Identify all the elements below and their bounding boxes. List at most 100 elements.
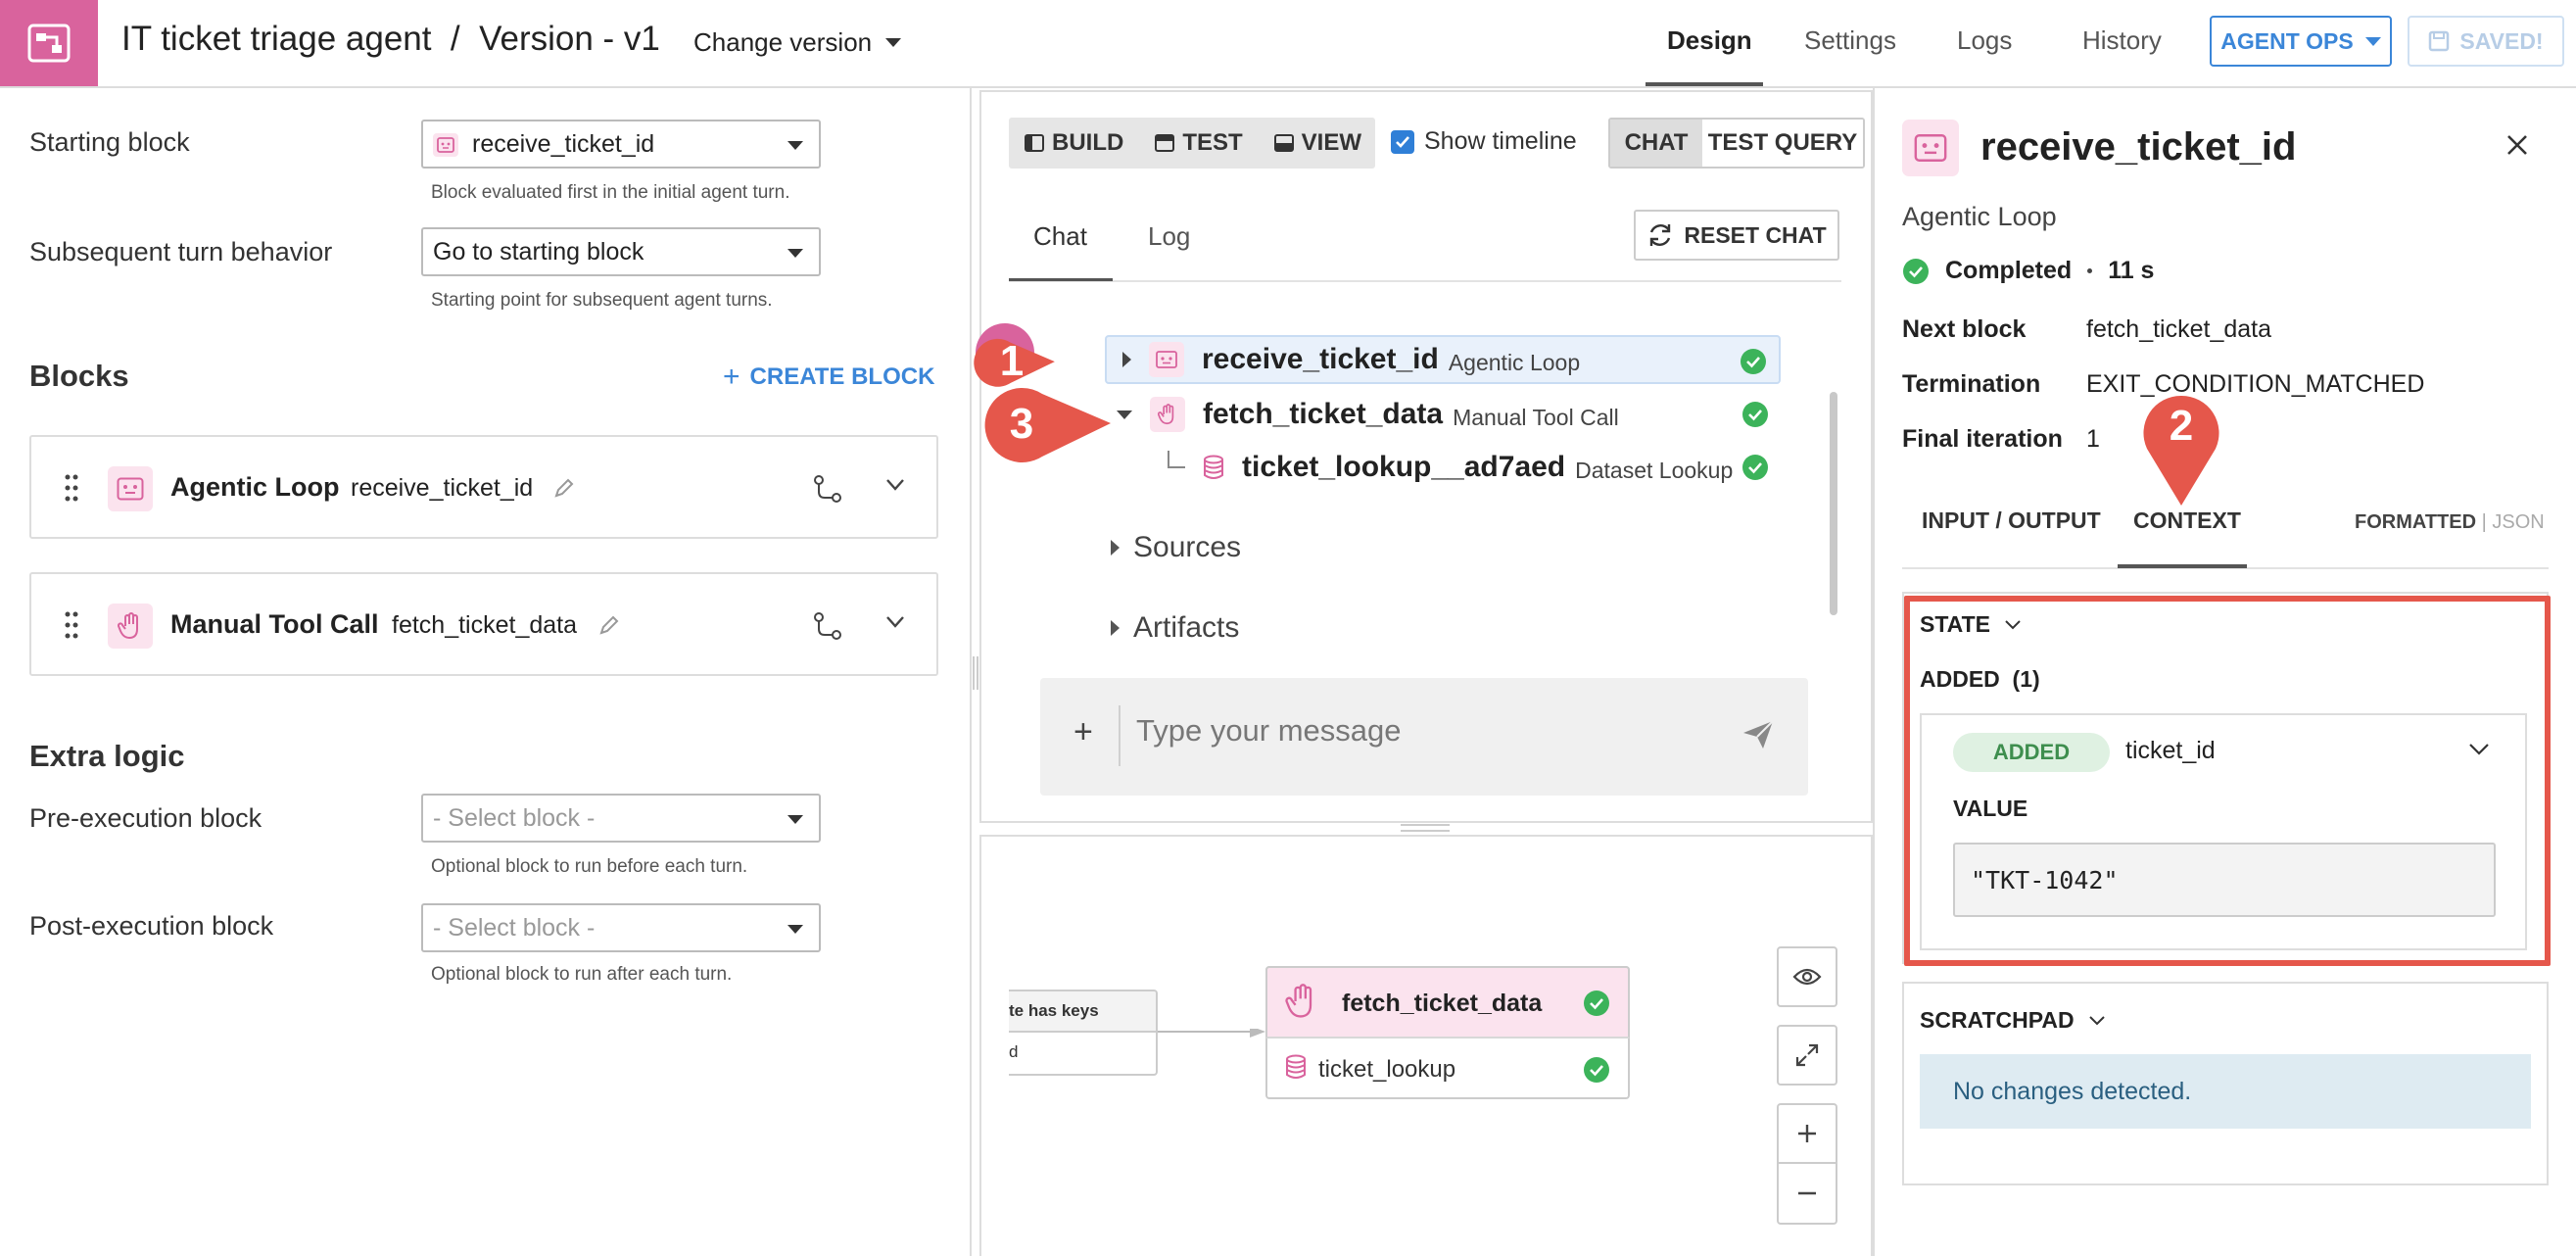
format-formatted-option[interactable]: FORMATTED — [2355, 511, 2476, 533]
timeline-row[interactable]: receive_ticket_id Agentic Loop — [1105, 335, 1781, 384]
tab-history[interactable]: History — [2082, 25, 2162, 56]
chevron-down-icon[interactable] — [2468, 743, 2490, 756]
zoom-out-button[interactable] — [1777, 1164, 1837, 1225]
artifacts-section[interactable]: Artifacts — [1111, 611, 1239, 645]
format-toggle[interactable]: FORMATTED | JSON — [2355, 511, 2545, 534]
create-block-button[interactable]: + CREATE BLOCK — [723, 361, 934, 394]
close-icon[interactable] — [2505, 133, 2529, 157]
subtab-divider — [1009, 280, 1841, 282]
blocks-section-title: Blocks — [29, 359, 129, 393]
state-value-field: "TKT-1042" — [1953, 843, 2496, 917]
show-timeline-toggle[interactable]: Show timeline — [1391, 127, 1577, 156]
chevron-down-icon[interactable] — [885, 615, 905, 629]
block-card-manual-tool-call[interactable]: Manual Tool Call fetch_ticket_data — [29, 572, 938, 676]
split-resize-handle[interactable] — [1401, 824, 1450, 832]
detail-key: Termination — [1902, 370, 2041, 398]
resize-handle[interactable] — [973, 656, 978, 690]
toggle-visibility-button[interactable] — [1777, 946, 1837, 1007]
pre-execution-hint: Optional block to run before each turn. — [431, 856, 748, 877]
state-section-toggle[interactable]: STATE — [1920, 611, 2022, 638]
agentic-loop-icon — [1149, 342, 1184, 377]
chevron-down-icon — [2364, 36, 2381, 46]
panel-divider[interactable] — [970, 88, 972, 1256]
hand-icon — [108, 604, 153, 649]
message-input[interactable]: Type your message — [1136, 713, 1402, 749]
build-label: BUILD — [1052, 129, 1124, 156]
chevron-right-icon[interactable] — [1122, 352, 1131, 367]
change-version-label: Change version — [693, 27, 873, 57]
chevron-down-icon — [885, 38, 902, 47]
flow-connector-icon[interactable] — [813, 474, 842, 504]
detail-key: Next block — [1902, 315, 2027, 343]
scratchpad-section-toggle[interactable]: SCRATCHPAD — [1920, 1007, 2106, 1034]
timeline-row[interactable]: ticket_lookup__ad7aed Dataset Lookup — [1105, 443, 1781, 492]
subtab-chat[interactable]: Chat — [1033, 221, 1087, 252]
add-attachment-button[interactable]: + — [1073, 713, 1093, 751]
saved-button[interactable]: SAVED! — [2408, 16, 2564, 67]
post-execution-select[interactable]: - Select block - — [421, 903, 821, 952]
success-check-icon — [1584, 1057, 1609, 1083]
block-name-label: fetch_ticket_data — [392, 611, 578, 639]
chat-option[interactable]: CHAT — [1610, 120, 1702, 167]
tab-design[interactable]: Design — [1667, 25, 1752, 56]
build-mode-button[interactable]: BUILD — [1009, 118, 1139, 169]
pencil-icon[interactable] — [552, 476, 576, 500]
tab-context[interactable]: CONTEXT — [2133, 507, 2241, 534]
format-json-option[interactable]: JSON — [2492, 511, 2544, 533]
tab-input-output[interactable]: INPUT / OUTPUT — [1922, 507, 2101, 534]
panel-icon — [1025, 134, 1044, 152]
starting-block-hint: Block evaluated first in the initial age… — [431, 182, 790, 203]
active-tab-indicator — [2118, 564, 2247, 568]
detail-value: 1 — [2086, 425, 2100, 453]
test-mode-button[interactable]: TEST — [1139, 118, 1258, 169]
callout-number: 2 — [2169, 402, 2194, 450]
scrollbar[interactable] — [1830, 392, 1837, 615]
test-query-option[interactable]: TEST QUERY — [1702, 120, 1863, 167]
graph-edge-arrow — [1158, 1029, 1265, 1038]
subsequent-turn-label: Subsequent turn behavior — [29, 237, 333, 266]
checkbox-checked-icon[interactable] — [1391, 129, 1414, 154]
view-label: VIEW — [1301, 129, 1362, 156]
pre-execution-value: - Select block - — [433, 803, 596, 832]
fit-view-button[interactable] — [1777, 1025, 1837, 1086]
active-tab-indicator — [1646, 82, 1763, 86]
drag-handle-icon[interactable] — [65, 474, 78, 502]
block-card-agentic-loop[interactable]: Agentic Loop receive_ticket_id — [29, 435, 938, 539]
extra-logic-title: Extra logic — [29, 739, 185, 773]
reset-chat-label: RESET CHAT — [1684, 221, 1827, 248]
added-count-label: ADDED (1) — [1920, 666, 2040, 692]
agent-ops-button[interactable]: AGENT OPS — [2210, 16, 2392, 67]
timeline-row[interactable]: fetch_ticket_data Manual Tool Call — [1105, 390, 1781, 439]
app-logo-icon[interactable] — [0, 0, 98, 86]
drag-handle-icon[interactable] — [65, 611, 78, 639]
pencil-icon[interactable] — [597, 613, 621, 637]
send-icon[interactable] — [1741, 719, 1775, 750]
tab-settings[interactable]: Settings — [1804, 25, 1896, 56]
graph-node-subtool: ticket_lookup — [1318, 1056, 1456, 1083]
flow-connector-icon[interactable] — [813, 611, 842, 641]
zoom-in-button[interactable] — [1777, 1103, 1837, 1164]
view-mode-button[interactable]: VIEW — [1259, 118, 1377, 169]
active-tab-indicator — [1009, 278, 1113, 281]
tab-logs[interactable]: Logs — [1957, 25, 2012, 56]
change-version-dropdown[interactable]: Change version — [693, 27, 902, 58]
pre-execution-select[interactable]: - Select block - — [421, 794, 821, 843]
sources-section[interactable]: Sources — [1111, 531, 1241, 564]
subtab-log[interactable]: Log — [1148, 221, 1190, 252]
chat-query-switch: CHAT TEST QUERY — [1608, 118, 1865, 169]
panel-icon — [1273, 134, 1294, 152]
state-key: ticket_id — [2125, 737, 2216, 764]
callout-number: 3 — [1009, 400, 1034, 448]
subsequent-turn-select[interactable]: Go to starting block — [421, 227, 821, 276]
agentic-loop-icon — [108, 466, 153, 511]
success-check-icon — [1903, 258, 1929, 284]
reset-chat-button[interactable]: RESET CHAT — [1634, 210, 1839, 261]
agent-ops-label: AGENT OPS — [2220, 27, 2354, 54]
starting-block-select[interactable]: receive_ticket_id — [421, 120, 821, 169]
graph-node-condition[interactable]: te has keys d — [1009, 990, 1158, 1076]
subsequent-turn-hint: Starting point for subsequent agent turn… — [431, 290, 773, 311]
chevron-down-icon[interactable] — [1117, 410, 1132, 419]
artifacts-label: Artifacts — [1133, 611, 1240, 644]
chevron-down-icon[interactable] — [885, 478, 905, 492]
separator-dot — [2087, 268, 2093, 273]
